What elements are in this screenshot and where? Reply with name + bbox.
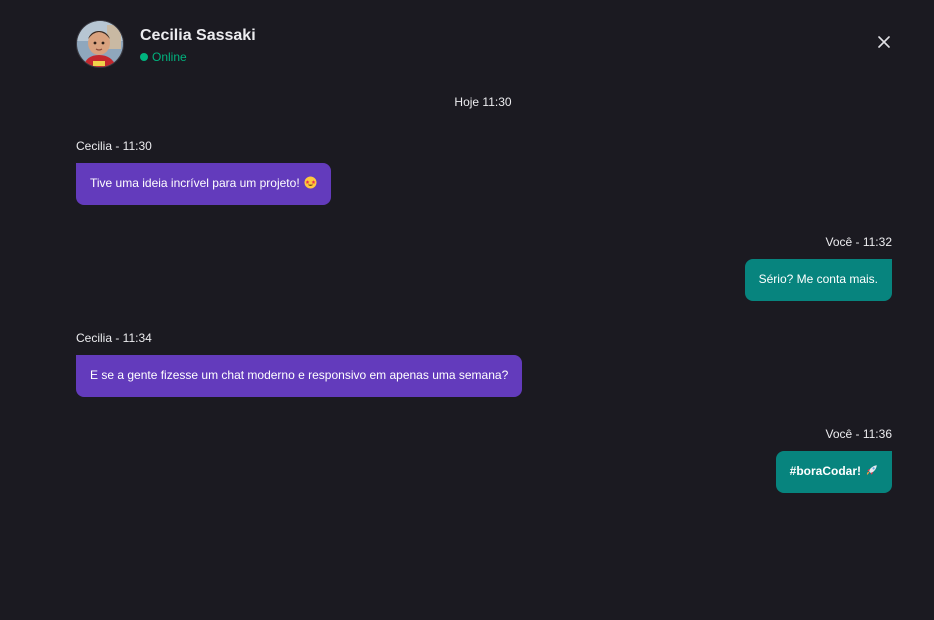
message-text: Tive uma ideia incrível para um projeto! (90, 176, 300, 190)
message-text: E se a gente fizesse um chat moderno e r… (90, 368, 509, 382)
message-meta: Você - 11:36 (825, 427, 893, 441)
avatar-image (77, 21, 123, 67)
close-button[interactable] (876, 34, 892, 50)
online-dot-icon (140, 53, 148, 61)
message-meta: Você - 11:32 (825, 235, 893, 249)
star-struck-emoji-icon (304, 176, 317, 193)
online-status-label: Online (152, 50, 187, 64)
rocket-emoji-icon (865, 464, 878, 481)
chat-window: Cecilia Sassaki Online Hoje 11:30 Cecili… (0, 0, 934, 620)
outgoing-message: Sério? Me conta mais. (744, 259, 892, 301)
chat-header: Cecilia Sassaki Online (76, 20, 892, 70)
incoming-message: E se a gente fizesse um chat moderno e r… (76, 355, 523, 397)
message-text: Sério? Me conta mais. (758, 272, 878, 286)
online-status: Online (140, 50, 187, 64)
outgoing-message: #boraCodar! (775, 451, 892, 493)
message-meta: Cecilia - 11:30 (76, 139, 152, 153)
message-text: #boraCodar! (789, 464, 861, 478)
message-meta: Cecilia - 11:34 (76, 331, 152, 345)
day-separator: Hoje 11:30 (454, 95, 512, 109)
close-icon (878, 36, 890, 48)
avatar[interactable] (76, 20, 124, 68)
contact-name: Cecilia Sassaki (140, 27, 256, 44)
incoming-message: Tive uma ideia incrível para um projeto! (76, 163, 331, 205)
